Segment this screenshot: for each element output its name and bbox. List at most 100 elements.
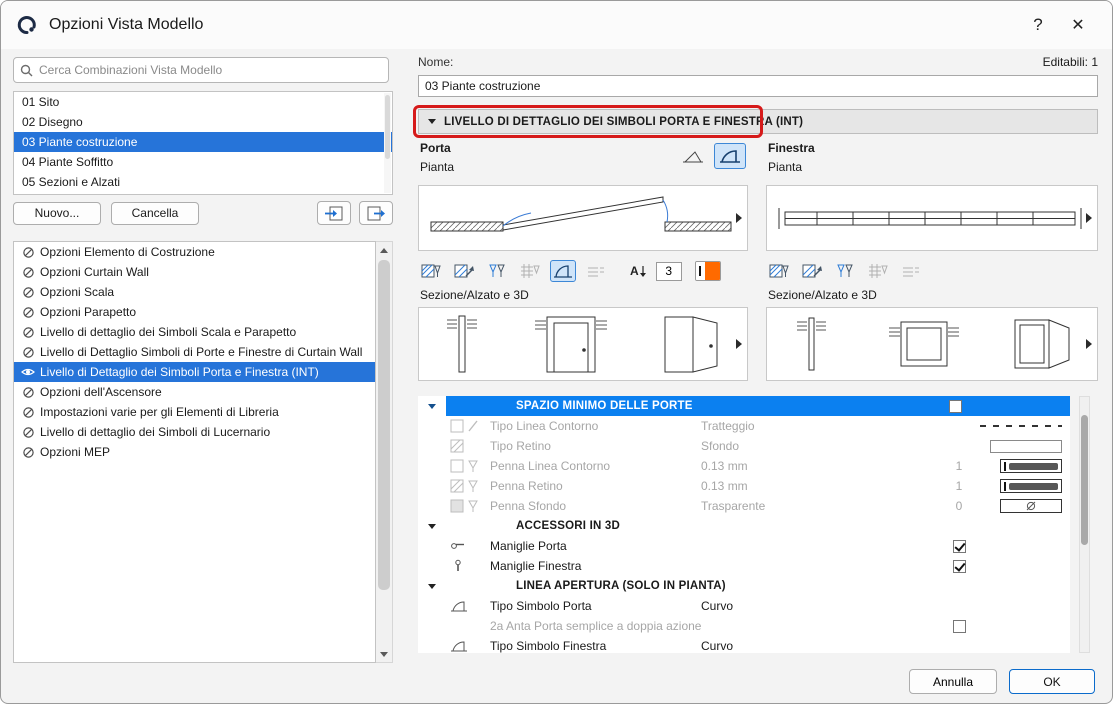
option-item-selected[interactable]: Livello di Dettaglio dei Simboli Porta e… [14,362,375,382]
combination-item[interactable]: 05 Sezioni e Alzati [14,172,392,192]
door-symbol-curved-toggle[interactable] [714,143,746,169]
annulla-button[interactable]: Annulla [909,669,997,694]
option-item[interactable]: Livello di dettaglio dei Simboli di Luce… [14,422,375,442]
porta-grid-pen-button [517,260,543,282]
option-label: Opzioni Elemento di Costruzione [40,245,215,259]
maniglie-finestra-checkbox[interactable] [953,560,966,573]
porta-pens-button[interactable] [484,260,510,282]
row-label: Penna Sfondo [490,499,701,513]
row-value: 0.13 mm [701,459,943,473]
porta-plan-drawing [419,186,745,250]
table-row-maniglie-finestra: Maniglie Finestra [418,556,1070,576]
option-item[interactable]: Impostazioni varie per gli Elementi di L… [14,402,375,422]
door-symbol-linear-toggle[interactable] [677,143,709,169]
table-row-penna-linea-contorno: Penna Linea Contorno 0.13 mm 1 [418,456,1070,476]
row-value[interactable]: Curvo [701,599,943,613]
finestra-elevation-next-button[interactable] [1083,333,1095,355]
close-button[interactable]: ✕ [1058,8,1098,42]
section-linea-apertura: LINEA APERTURA (SOLO IN PIANTA) [418,576,1070,596]
collapse-arrow-icon[interactable] [428,404,436,409]
arc-symbol-icon [446,600,490,613]
option-item[interactable]: Livello di dettaglio dei Simboli Scala e… [14,322,375,342]
table-row-penna-sfondo: Penna Sfondo Trasparente 0 [418,496,1070,516]
table-scrollbar[interactable] [1079,396,1090,653]
nuovo-button[interactable]: Nuovo... [13,202,101,225]
background-pen-icon [446,499,490,514]
section-header-bar[interactable]: LIVELLO DI DETTAGLIO DEI SIMBOLI PORTA E… [418,109,1098,134]
spazio-minimo-checkbox[interactable] [949,400,962,413]
option-item[interactable]: Livello di Dettaglio Simboli di Porte e … [14,342,375,362]
pen-sample [975,459,1070,473]
porta-plan-next-button[interactable] [733,207,745,229]
combination-list: 01 Sito 02 Disegno 03 Piante costruzione… [13,91,393,195]
combination-item-selected[interactable]: 03 Piante costruzione [14,132,392,152]
door-handle-icon [446,539,490,553]
porta-opening-line-button[interactable] [550,260,576,282]
maniglie-porta-checkbox[interactable] [953,540,966,553]
scroll-up-icon[interactable] [376,242,392,258]
option-item[interactable]: Opzioni Scala [14,282,375,302]
name-label: Nome: [418,55,453,69]
scroll-down-icon[interactable] [376,646,392,662]
row-value: 0.13 mm [701,479,943,493]
name-input[interactable] [418,75,1098,97]
option-item[interactable]: Opzioni Parapetto [14,302,375,322]
porta-fill-pen-button[interactable] [418,260,444,282]
porta-plan-preview [418,185,748,251]
finestra-toolbar [766,259,1098,283]
porta-fill-type-button[interactable] [451,260,477,282]
combination-actions: Nuovo... Cancella [13,201,393,225]
settings-table: SPAZIO MINIMO DELLE PORTE Tipo Linea Con… [418,396,1070,653]
porta-text-size-input[interactable] [656,262,682,281]
options-scrollbar[interactable] [376,241,393,663]
porta-marker-toggle[interactable] [695,261,721,281]
finestra-fill-type-button[interactable] [799,260,825,282]
option-item[interactable]: Opzioni dell'Ascensore [14,382,375,402]
export-button[interactable] [359,201,393,225]
option-label: Livello di dettaglio dei Simboli di Luce… [40,425,270,439]
porta-elevation-next-button[interactable] [733,333,745,355]
text-size-icon: A [630,264,647,278]
row-label: Penna Linea Contorno [490,459,701,473]
row-value[interactable]: Curvo [701,639,943,653]
option-label: Opzioni Scala [40,285,114,299]
ok-button[interactable]: OK [1009,669,1095,694]
option-label: Livello di dettaglio dei Simboli Scala e… [40,325,296,339]
finestra-fill-pen-button[interactable] [766,260,792,282]
option-item[interactable]: Opzioni Curtain Wall [14,262,375,282]
option-item[interactable]: Opzioni MEP [14,442,375,462]
cancella-button[interactable]: Cancella [111,202,199,225]
section-title: SPAZIO MINIMO DELLE PORTE [516,400,693,412]
finestra-pens-button[interactable] [832,260,858,282]
scrollbar-thumb[interactable] [378,260,390,590]
combination-list-scrollbar[interactable] [384,93,391,193]
pen-index: 0 [943,499,975,513]
collapse-arrow-icon[interactable] [428,119,436,124]
table-row-maniglie-porta: Maniglie Porta [418,536,1070,556]
row-label: Tipo Retino [490,439,701,453]
archicad-logo-icon [15,13,39,37]
row-label: Maniglie Finestra [490,559,701,573]
transparent-pen-sample [975,499,1070,513]
finestra-plan-next-button[interactable] [1083,207,1095,229]
arrow-right-icon [736,213,742,223]
option-item[interactable]: Opzioni Elemento di Costruzione [14,242,375,262]
anta-doppia-azione-checkbox[interactable] [953,620,966,633]
porta-title: Porta [420,141,451,155]
table-row-2a-anta: 2a Anta Porta semplice a doppia azione [418,616,1070,636]
slashed-circle-icon [19,346,37,359]
combination-item[interactable]: 01 Sito [14,92,392,112]
dialog-title: Opzioni Vista Modello [49,16,203,34]
search-input[interactable] [39,63,382,77]
collapse-arrow-icon[interactable] [428,524,436,529]
section-header-title: LIVELLO DI DETTAGLIO DEI SIMBOLI PORTA E… [444,116,803,128]
pen-index: 1 [943,459,975,473]
porta-plan-label: Pianta [420,160,454,174]
combination-item[interactable]: 02 Disegno [14,112,392,132]
help-button[interactable]: ? [1018,8,1058,42]
arrow-right-icon [736,339,742,349]
combination-item[interactable]: 04 Piante Soffitto [14,152,392,172]
scrollbar-thumb[interactable] [1081,415,1088,545]
import-button[interactable] [317,201,351,225]
collapse-arrow-icon[interactable] [428,584,436,589]
